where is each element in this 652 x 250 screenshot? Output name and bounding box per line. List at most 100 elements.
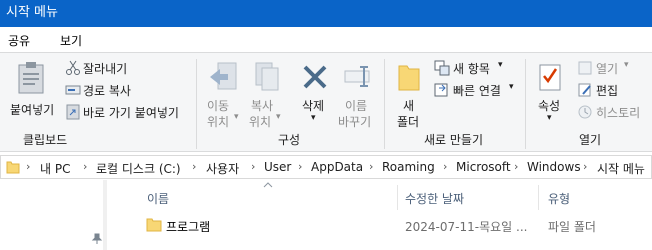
history-icon (578, 105, 592, 119)
chevron-down-icon: ▾ (311, 113, 316, 123)
tab-share[interactable]: 공유 (8, 32, 30, 49)
breadcrumb-item[interactable]: User (264, 160, 291, 174)
folder-icon (146, 218, 162, 232)
scissors-icon (66, 60, 80, 75)
chevron-right-icon: › (298, 160, 303, 173)
chevron-right-icon: › (514, 160, 519, 173)
new-folder-label-2: 폴더 (397, 115, 420, 129)
chevron-right-icon: › (583, 160, 588, 173)
paste-button[interactable]: 붙여넣기 (4, 59, 58, 125)
ribbon-divider (525, 59, 526, 149)
new-item-label: 새 항목 (453, 62, 490, 76)
column-header-modified[interactable]: 수정한 날짜 (405, 190, 464, 207)
tab-view[interactable]: 보기 (60, 32, 82, 49)
table-row[interactable]: 프로그램 2024-07-11-목요일 ... 파일 폴더 (137, 212, 652, 238)
column-header-name[interactable]: 이름 (147, 190, 169, 207)
window-title: 시작 메뉴 (6, 5, 58, 20)
open-group-label: 열기 (579, 133, 602, 147)
properties-label: 속성 (538, 99, 561, 113)
cut-label: 잘라내기 (83, 62, 128, 76)
paste-shortcut-button[interactable]: 바로 가기 붙여넣기 (63, 103, 191, 121)
move-to-icon (210, 62, 237, 90)
chevron-right-icon: › (369, 160, 374, 173)
new-item-button[interactable]: 새 항목 ▾ (432, 59, 508, 77)
history-label: 히스토리 (596, 106, 641, 120)
breadcrumb-item[interactable]: AppData (311, 160, 363, 174)
breadcrumb-item[interactable]: Windows (527, 160, 581, 174)
copy-to-label-1: 복사 (251, 99, 274, 113)
navigation-pane (0, 180, 107, 250)
chevron-down-icon: ▾ (547, 113, 552, 123)
rename-label-1: 이름 (345, 99, 368, 113)
chevron-right-icon: › (443, 160, 448, 173)
chevron-right-icon: › (83, 160, 88, 173)
open-label: 열기 (596, 62, 619, 76)
clipboard-icon (18, 62, 44, 94)
easy-access-icon (434, 83, 448, 97)
edit-button[interactable]: 편집 (575, 81, 625, 99)
edit-label: 편집 (596, 84, 619, 98)
delete-label: 삭제 (302, 99, 325, 113)
chevron-up-icon (263, 182, 273, 188)
copy-path-button[interactable]: 경로 복사 (63, 81, 153, 99)
new-item-icon (434, 60, 450, 76)
rename-icon (344, 66, 370, 87)
breadcrumb-item[interactable]: Roaming (382, 160, 435, 174)
row-modified: 2024-07-11-목요일 ... (405, 220, 528, 234)
chevron-down-icon: ▾ (624, 60, 629, 70)
rename-button[interactable]: 이름 바꾸기 (336, 59, 380, 129)
title-bar: 시작 메뉴 (0, 0, 652, 27)
path-icon (65, 85, 81, 95)
properties-button[interactable]: 속성 ▾ (532, 59, 568, 125)
history-button[interactable]: 히스토리 (575, 103, 651, 121)
copy-to-label-2: 위치 (249, 115, 272, 129)
open-icon (578, 61, 592, 75)
breadcrumb-item[interactable]: 로컬 디스크 (C:) (96, 160, 181, 177)
copy-path-label: 경로 복사 (83, 84, 131, 98)
chevron-down-icon: ▾ (509, 82, 514, 92)
new-group-label: 새로 만들기 (424, 133, 484, 147)
rename-label-2: 바꾸기 (338, 115, 372, 129)
shortcut-icon (66, 104, 80, 120)
chevron-down-icon: ▾ (276, 112, 281, 122)
column-divider[interactable] (397, 185, 398, 210)
properties-icon (539, 64, 561, 91)
breadcrumb-item[interactable]: 시작 메뉴 (597, 160, 645, 177)
move-to-label-2: 위치 (207, 115, 230, 129)
delete-button[interactable]: 삭제 ▾ (295, 59, 335, 125)
paste-label: 붙여넣기 (10, 103, 55, 117)
breadcrumb-item[interactable]: 내 PC (40, 160, 70, 177)
ribbon-divider (196, 59, 197, 149)
paste-shortcut-label: 바로 가기 붙여넣기 (83, 106, 179, 120)
easy-access-label: 빠른 연결 (453, 84, 501, 98)
address-bar[interactable]: › 내 PC › 로컬 디스크 (C:) › 사용자 › User › AppD… (0, 155, 652, 179)
move-to-button[interactable]: 이동 위치 ▾ (203, 59, 243, 129)
column-divider[interactable] (538, 185, 539, 210)
new-folder-button[interactable]: 새 폴더 (390, 59, 428, 129)
edit-icon (578, 83, 591, 97)
cut-button[interactable]: 잘라내기 (63, 59, 153, 77)
folder-icon (6, 161, 20, 174)
organize-group-label: 구성 (278, 133, 301, 147)
easy-access-button[interactable]: 빠른 연결 ▾ (432, 81, 520, 99)
chevron-right-icon: › (26, 160, 31, 173)
move-to-label-1: 이동 (207, 99, 230, 113)
clipboard-group-label: 클립보드 (23, 133, 68, 147)
pin-icon[interactable] (91, 233, 103, 245)
folder-icon (398, 65, 420, 91)
column-header-type[interactable]: 유형 (548, 190, 570, 207)
row-name: 프로그램 (166, 220, 211, 234)
ribbon: 붙여넣기 잘라내기 경로 복사 바로 가기 붙여넣기 클립보드 이동 위치 ▾ … (0, 52, 652, 152)
copy-to-button[interactable]: 복사 위치 ▾ (245, 59, 289, 129)
copy-to-icon (255, 62, 279, 91)
chevron-right-icon: › (192, 160, 197, 173)
menu-bar: 공유 보기 (0, 27, 652, 52)
breadcrumb-item[interactable]: Microsoft (456, 160, 511, 174)
chevron-right-icon: › (251, 160, 256, 173)
chevron-down-icon: ▾ (498, 60, 503, 70)
ribbon-divider (384, 59, 385, 149)
chevron-down-icon: ▾ (234, 112, 239, 122)
open-button[interactable]: 열기 ▾ (575, 59, 635, 77)
breadcrumb-item[interactable]: 사용자 (206, 160, 239, 177)
row-type: 파일 폴더 (548, 220, 596, 234)
